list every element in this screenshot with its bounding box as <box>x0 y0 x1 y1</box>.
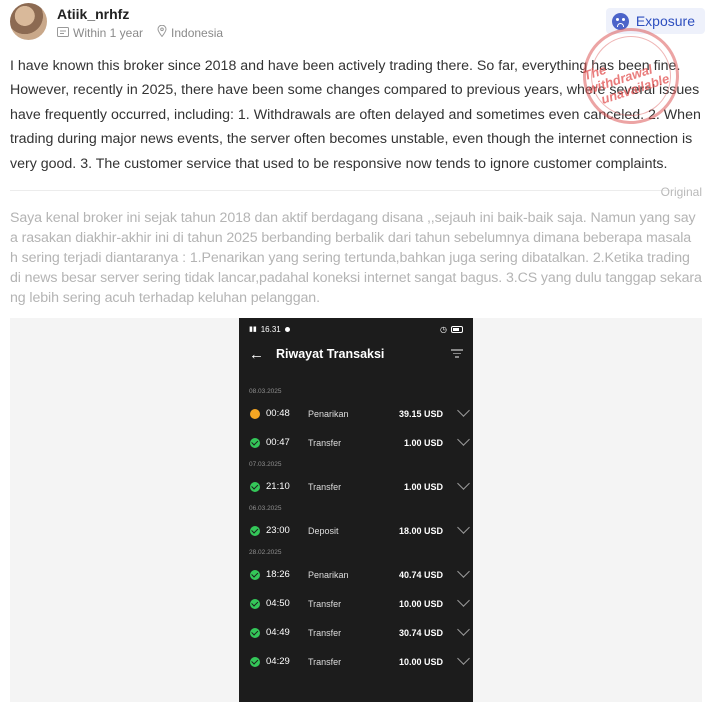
original-label[interactable]: Original <box>661 185 702 199</box>
transaction-time: 21:10 <box>266 481 290 492</box>
transaction-amount: 1.00 USD <box>403 437 443 448</box>
transaction-row[interactable]: 23:00 Deposit 18.00 USD <box>239 516 473 545</box>
transaction-time: 04:49 <box>266 627 290 638</box>
transaction-list: 08.03.2025 00:48 Penarikan 39.15 USD 00:47 Tr… <box>239 384 473 676</box>
completed-check-icon <box>250 656 260 667</box>
transaction-type: Transfer <box>308 598 342 609</box>
chevron-down-icon[interactable] <box>457 623 470 636</box>
avatar[interactable] <box>10 3 47 40</box>
completed-check-icon <box>250 525 260 536</box>
transaction-amount: 18.00 USD <box>398 525 443 536</box>
transaction-row[interactable]: 04:49 Transfer 30.74 USD <box>239 618 473 647</box>
transaction-row[interactable]: 04:29 Transfer 10.00 USD <box>239 647 473 676</box>
transaction-type: Transfer <box>308 437 342 448</box>
date-header: 06.03.2025 <box>249 505 282 512</box>
username[interactable]: Atiik_nrhfz <box>57 6 129 22</box>
location-pin-icon <box>157 24 167 40</box>
back-arrow-icon[interactable]: ← <box>249 346 264 363</box>
completed-check-icon <box>250 627 260 638</box>
transaction-row[interactable]: 04:50 Transfer 10.00 USD <box>239 589 473 618</box>
exposure-label: Exposure <box>635 13 695 29</box>
transaction-type: Transfer <box>308 627 342 638</box>
completed-check-icon <box>250 569 260 580</box>
chevron-down-icon[interactable] <box>457 565 470 578</box>
transaction-time: 18:26 <box>266 569 290 580</box>
transaction-row[interactable]: 00:47 Transfer 1.00 USD <box>239 428 473 457</box>
chevron-down-icon[interactable] <box>457 433 470 446</box>
battery-icon <box>451 325 463 333</box>
pending-status-icon <box>250 408 260 419</box>
transaction-amount: 30.74 USD <box>398 627 443 638</box>
review-time: Within 1 year <box>73 25 144 40</box>
stamp-line-1: The withdrawal <box>581 61 655 97</box>
status-bar: ▮▮ 16.31 ◷ <box>239 318 473 340</box>
review-meta: Within 1 year Indonesia <box>57 24 224 40</box>
app-bar: ← Riwayat Transaksi <box>239 340 473 368</box>
completed-check-icon <box>250 481 260 492</box>
transaction-row[interactable]: 21:10 Transfer 1.00 USD <box>239 472 473 501</box>
phone-screenshot: ▮▮ 16.31 ◷ ← Riwayat Transaksi 08.03.202… <box>239 318 473 702</box>
transaction-time: 00:47 <box>266 437 290 448</box>
chevron-down-icon[interactable] <box>457 594 470 607</box>
transaction-amount: 39.15 USD <box>398 408 443 419</box>
chevron-down-icon[interactable] <box>457 477 470 490</box>
signal-icon: ▮▮ <box>249 326 257 333</box>
transaction-amount: 1.00 USD <box>403 481 443 492</box>
transaction-type: Deposit <box>308 525 339 536</box>
filter-icon[interactable] <box>451 349 463 360</box>
chevron-down-icon[interactable] <box>457 521 470 534</box>
screen-title: Riwayat Transaksi <box>276 347 385 361</box>
transaction-amount: 10.00 USD <box>398 656 443 667</box>
transaction-time: 04:29 <box>266 656 290 667</box>
transaction-type: Penarikan <box>308 569 349 580</box>
transaction-time: 04:50 <box>266 598 290 609</box>
transaction-time: 00:48 <box>266 408 290 419</box>
transaction-type: Penarikan <box>308 408 349 419</box>
original-text: Saya kenal broker ini sejak tahun 2018 d… <box>10 210 702 306</box>
transaction-type: Transfer <box>308 481 342 492</box>
transaction-row[interactable]: 00:48 Penarikan 39.15 USD <box>239 399 473 428</box>
divider <box>10 190 670 191</box>
alarm-icon: ◷ <box>440 324 447 334</box>
transaction-amount: 10.00 USD <box>398 598 443 609</box>
attached-screenshot[interactable]: ▮▮ 16.31 ◷ ← Riwayat Transaksi 08.03.202… <box>10 318 702 702</box>
location: Indonesia <box>171 25 224 40</box>
completed-check-icon <box>250 598 260 609</box>
transaction-row[interactable]: 18:26 Penarikan 40.74 USD <box>239 560 473 589</box>
chevron-down-icon[interactable] <box>457 652 470 665</box>
date-header: 28.02.2025 <box>249 549 282 556</box>
chevron-down-icon[interactable] <box>457 404 470 417</box>
device-icon <box>57 26 69 40</box>
transaction-type: Transfer <box>308 656 342 667</box>
status-time: 16.31 <box>260 324 281 334</box>
transaction-time: 23:00 <box>266 525 290 536</box>
completed-check-icon <box>250 437 260 448</box>
date-header: 08.03.2025 <box>249 388 282 395</box>
stamp-line-2: unavailable <box>599 70 672 107</box>
transaction-amount: 40.74 USD <box>398 569 443 580</box>
notification-dot-icon <box>284 326 290 332</box>
date-header: 07.03.2025 <box>249 461 282 468</box>
